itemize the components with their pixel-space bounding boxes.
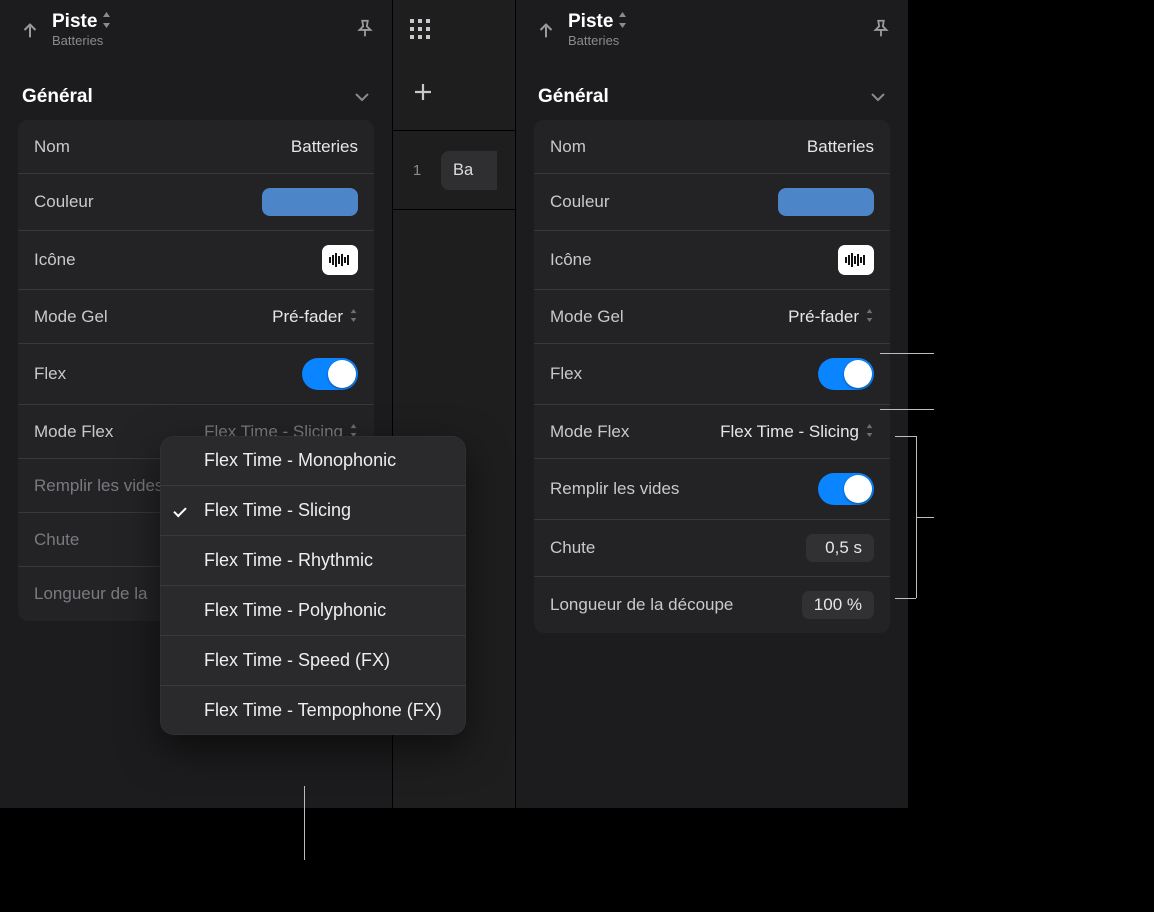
row-name[interactable]: Nom Batteries (18, 120, 374, 174)
row-label: Flex (34, 364, 66, 384)
row-label: Couleur (34, 192, 94, 212)
track-number: 1 (393, 162, 441, 179)
freezemode-value: Pré-fader (788, 307, 859, 327)
inspector-subtitle: Batteries (52, 34, 112, 48)
row-label: Mode Gel (550, 307, 624, 327)
chevron-down-icon (354, 86, 370, 108)
row-value: Batteries (291, 137, 358, 157)
menu-item-slicing[interactable]: Flex Time - Slicing (160, 486, 466, 536)
row-flexmode[interactable]: Mode Flex Flex Time - Slicing (534, 405, 890, 459)
menu-item-rhythmic[interactable]: Flex Time - Rhythmic (160, 536, 466, 586)
color-swatch[interactable] (778, 188, 874, 216)
updown-icon (865, 307, 874, 327)
row-decay: Chute 0,5 s (534, 520, 890, 577)
row-color[interactable]: Couleur (18, 174, 374, 231)
decay-value[interactable]: 0,5 s (806, 534, 874, 562)
callout-line (895, 436, 916, 437)
row-label: Longueur de la (34, 584, 147, 604)
track-row[interactable]: 1 Ba (393, 130, 515, 210)
callout-line (880, 409, 934, 410)
row-label: Chute (550, 538, 595, 558)
row-label: Chute (34, 530, 79, 550)
updown-icon (617, 12, 628, 33)
back-arrow-icon[interactable] (16, 16, 44, 44)
freezemode-value: Pré-fader (272, 307, 343, 327)
row-flex: Flex (18, 344, 374, 405)
row-color[interactable]: Couleur (534, 174, 890, 231)
section-general[interactable]: Général (0, 60, 392, 120)
row-label: Remplir les vides (550, 479, 679, 499)
menu-item-polyphonic[interactable]: Flex Time - Polyphonic (160, 586, 466, 636)
grid-icon[interactable] (409, 18, 431, 45)
add-track-icon[interactable] (413, 82, 433, 107)
section-general[interactable]: Général (516, 60, 908, 120)
menu-item-tempophone[interactable]: Flex Time - Tempophone (FX) (160, 686, 466, 735)
row-label: Mode Flex (550, 422, 629, 442)
row-value: Batteries (807, 137, 874, 157)
row-label: Couleur (550, 192, 610, 212)
row-value: Pré-fader (788, 307, 874, 327)
row-freezemode[interactable]: Mode Gel Pré-fader (18, 290, 374, 344)
updown-icon (101, 12, 112, 33)
row-label: Flex (550, 364, 582, 384)
flexmode-menu: Flex Time - Monophonic Flex Time - Slici… (160, 436, 466, 735)
row-label: Longueur de la découpe (550, 595, 733, 615)
row-icon[interactable]: Icône (18, 231, 374, 290)
menu-item-speed[interactable]: Flex Time - Speed (FX) (160, 636, 466, 686)
color-swatch[interactable] (262, 188, 358, 216)
callout-line (895, 598, 916, 599)
callout-line (304, 786, 305, 860)
updown-icon (865, 422, 874, 442)
chevron-down-icon (870, 86, 886, 108)
section-title: Général (22, 86, 93, 108)
callout-line (916, 517, 934, 518)
properties-card: Nom Batteries Couleur Icône Mode Gel Pré… (534, 120, 890, 633)
callout-line (880, 353, 934, 354)
row-label: Nom (34, 137, 70, 157)
track-icon[interactable] (838, 245, 874, 275)
inspector-header: Piste Batteries (0, 0, 392, 60)
pin-icon[interactable] (870, 18, 892, 45)
title-block[interactable]: Piste Batteries (52, 12, 112, 48)
track-icon[interactable] (322, 245, 358, 275)
inspector-title: Piste (568, 12, 613, 33)
inspector-header: Piste Batteries (516, 0, 908, 60)
row-label: Remplir les vides (34, 476, 163, 496)
row-label: Icône (34, 250, 76, 270)
inspector-title: Piste (52, 12, 97, 33)
row-icon[interactable]: Icône (534, 231, 890, 290)
back-arrow-icon[interactable] (532, 16, 560, 44)
row-freezemode[interactable]: Mode Gel Pré-fader (534, 290, 890, 344)
row-value: Pré-fader (272, 307, 358, 327)
row-slicelength: Longueur de la découpe 100 % (534, 577, 890, 633)
track-chip: Ba (441, 151, 497, 190)
row-label: Mode Flex (34, 422, 113, 442)
title-block[interactable]: Piste Batteries (568, 12, 628, 48)
row-flex: Flex (534, 344, 890, 405)
row-label: Nom (550, 137, 586, 157)
flexmode-value: Flex Time - Slicing (720, 422, 859, 442)
pin-icon[interactable] (354, 18, 376, 45)
slicelength-value[interactable]: 100 % (802, 591, 874, 619)
menu-item-monophonic[interactable]: Flex Time - Monophonic (160, 436, 466, 486)
row-label: Icône (550, 250, 592, 270)
flex-toggle[interactable] (302, 358, 358, 390)
inspector-panel-right: Piste Batteries Général Nom Batteries Co… (516, 0, 908, 808)
row-value: Flex Time - Slicing (720, 422, 874, 442)
row-label: Mode Gel (34, 307, 108, 327)
fillgaps-toggle[interactable] (818, 473, 874, 505)
updown-icon (349, 307, 358, 327)
row-fillgaps: Remplir les vides (534, 459, 890, 520)
row-name[interactable]: Nom Batteries (534, 120, 890, 174)
section-title: Général (538, 86, 609, 108)
flex-toggle[interactable] (818, 358, 874, 390)
inspector-subtitle: Batteries (568, 34, 628, 48)
